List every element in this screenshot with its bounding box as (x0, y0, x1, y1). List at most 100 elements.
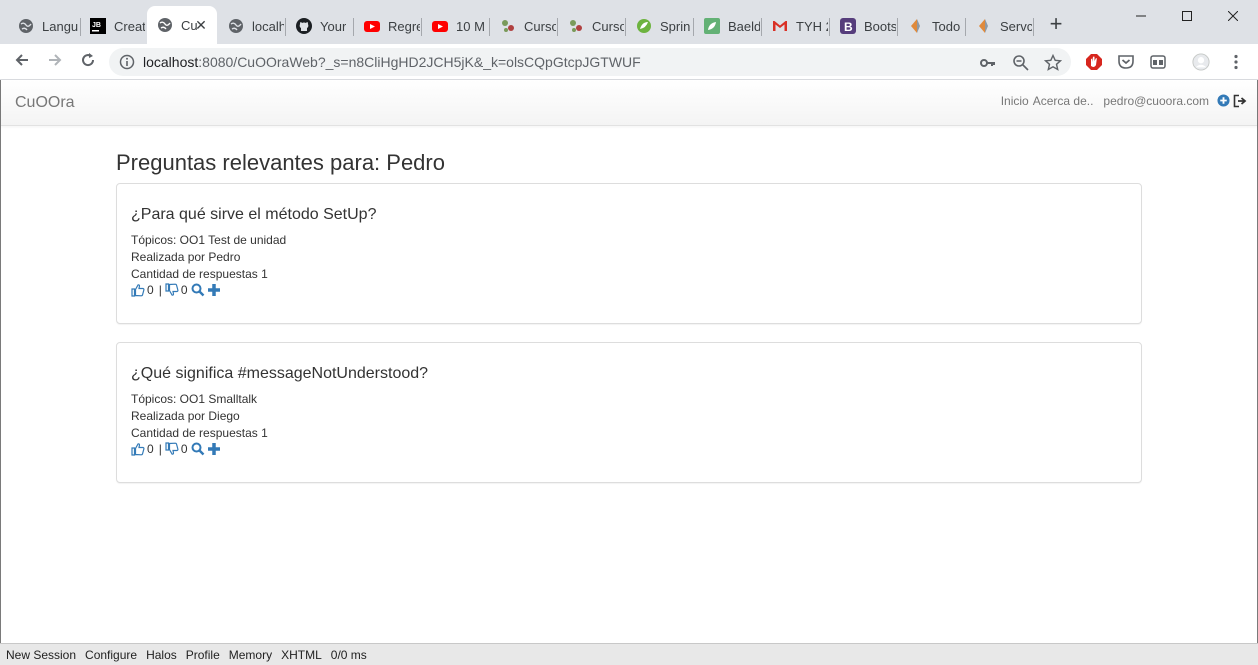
dislike-count: 0 (180, 442, 188, 456)
logout-icon[interactable] (1233, 94, 1247, 108)
course-icon (500, 18, 516, 34)
svg-text:JB: JB (92, 22, 101, 29)
menu-dots-icon[interactable] (1227, 53, 1245, 71)
browser-tab[interactable]: Servc (966, 8, 1032, 44)
plus-icon[interactable] (207, 283, 221, 297)
browser-tab[interactable]: Baeld (694, 8, 760, 44)
browser-tab[interactable]: 10 M (422, 8, 488, 44)
thumbs-down-icon[interactable] (165, 283, 179, 297)
profile-avatar-icon[interactable] (1192, 53, 1210, 71)
bookmark-icon (976, 18, 992, 34)
course-icon (568, 18, 584, 34)
devbar-halos[interactable]: Halos (146, 648, 177, 662)
youtube-icon (432, 18, 448, 34)
browser-tab[interactable]: B Boots (830, 8, 896, 44)
arrow-right-icon (47, 52, 63, 73)
extension-icon[interactable] (1149, 53, 1167, 71)
thumbs-up-icon[interactable] (131, 283, 145, 297)
question-answer-count: Cantidad de respuestas 1 (131, 267, 268, 281)
browser-tab[interactable]: Curso (490, 8, 556, 44)
devbar-new-session[interactable]: New Session (6, 648, 76, 662)
question-card: ¿Para qué sirve el método SetUp? Tópicos… (116, 183, 1142, 324)
bootstrap-icon: B (840, 18, 856, 34)
question-answer-count: Cantidad de respuestas 1 (131, 426, 268, 440)
key-icon[interactable] (979, 54, 997, 72)
close-window-button[interactable] (1210, 0, 1256, 32)
navbar-right: Inicio Acerca de.. pedro@cuoora.com (1001, 94, 1247, 108)
page-title: Preguntas relevantes para: Pedro (116, 150, 445, 175)
browser-tab[interactable]: TYH 2 (762, 8, 828, 44)
question-topics: Tópicos: OO1 Smalltalk (131, 392, 258, 406)
devbar-profile[interactable]: Profile (186, 648, 220, 662)
browser-tab[interactable]: Curso (558, 8, 624, 44)
question-title: ¿Qué significa #messageNotUnderstood? (131, 365, 429, 382)
question-author: Realizada por Diego (131, 409, 240, 423)
dislike-count: 0 (180, 283, 188, 297)
reload-button[interactable] (75, 49, 101, 75)
tab-close-icon[interactable]: ✕ (193, 17, 209, 33)
thumbs-down-icon[interactable] (165, 442, 179, 456)
svg-text:B: B (844, 20, 853, 34)
globe-icon (157, 17, 173, 33)
app-brand[interactable]: CuOOra (15, 94, 75, 112)
nav-link-inicio[interactable]: Inicio (1001, 94, 1029, 108)
browser-tab[interactable]: localh (218, 8, 284, 44)
action-separator: | (158, 283, 162, 297)
adblock-icon[interactable] (1085, 53, 1103, 71)
browser-tab[interactable]: Regre (354, 8, 420, 44)
plus-circle-icon[interactable] (1217, 94, 1231, 108)
question-actions: 0 | 0 (131, 283, 221, 297)
info-icon[interactable] (119, 54, 135, 70)
app-navbar: CuOOra Inicio Acerca de.. pedro@cuoora.c… (1, 80, 1257, 126)
browser-toolbar: localhost:8080/CuOOraWeb?_s=n8CliHgHD2JC… (0, 44, 1258, 80)
browser-tab-active[interactable]: Cu ✕ (147, 6, 217, 44)
star-icon[interactable] (1044, 54, 1062, 72)
question-author: Realizada por Pedro (131, 250, 241, 264)
browser-tab[interactable]: JB Creat (80, 8, 145, 44)
browser-tab[interactable]: Langu (8, 8, 78, 44)
like-count: 0 (147, 283, 154, 297)
reload-icon (80, 52, 96, 73)
minimize-button[interactable] (1118, 0, 1164, 32)
browser-tab[interactable]: Your (286, 8, 352, 44)
back-button[interactable] (9, 49, 35, 75)
question-actions: 0 | 0 (131, 442, 221, 456)
like-count: 0 (147, 442, 154, 456)
globe-icon (18, 18, 34, 34)
bookmark-icon (908, 18, 924, 34)
jetbrains-icon: JB (90, 18, 106, 34)
youtube-icon (364, 18, 380, 34)
search-icon[interactable] (191, 283, 205, 297)
plus-icon[interactable] (207, 442, 221, 456)
gmail-icon (772, 18, 788, 34)
nav-user-email[interactable]: pedro@cuoora.com (1103, 94, 1209, 108)
nav-link-acerca[interactable]: Acerca de.. (1033, 94, 1094, 108)
arrow-left-icon (14, 52, 30, 73)
devbar-configure[interactable]: Configure (85, 648, 137, 662)
devbar-timing: 0/0 ms (330, 647, 367, 662)
thumbs-up-icon[interactable] (131, 442, 145, 456)
browser-tab[interactable]: Todo (898, 8, 964, 44)
spring-icon (636, 18, 652, 34)
action-separator: | (158, 442, 162, 456)
address-bar[interactable]: localhost:8080/CuOOraWeb?_s=n8CliHgHD2JC… (109, 48, 1071, 76)
url-text[interactable]: localhost:8080/CuOOraWeb?_s=n8CliHgHD2JC… (143, 54, 641, 70)
github-icon (296, 18, 312, 34)
globe-icon (228, 18, 244, 34)
devbar-memory[interactable]: Memory (229, 648, 272, 662)
browser-tabstrip: Langu JB Creat Cu ✕ localh Your Regre 10… (0, 0, 1258, 44)
question-title: ¿Para qué sirve el método SetUp? (131, 206, 377, 223)
baeldung-icon (704, 18, 720, 34)
maximize-button[interactable] (1164, 0, 1210, 32)
zoom-out-icon[interactable] (1012, 54, 1030, 72)
devbar-xhtml[interactable]: XHTML (281, 648, 322, 662)
search-icon[interactable] (191, 442, 205, 456)
question-card: ¿Qué significa #messageNotUnderstood? Tó… (116, 342, 1142, 483)
pocket-icon[interactable] (1117, 53, 1135, 71)
new-tab-button[interactable]: + (1045, 13, 1067, 36)
window-border-left (0, 80, 1, 643)
forward-button[interactable] (42, 49, 68, 75)
dev-toolbar: New Session Configure Halos Profile Memo… (0, 643, 1258, 665)
browser-tab[interactable]: Sprin (626, 8, 692, 44)
question-topics: Tópicos: OO1 Test de unidad (131, 233, 287, 247)
